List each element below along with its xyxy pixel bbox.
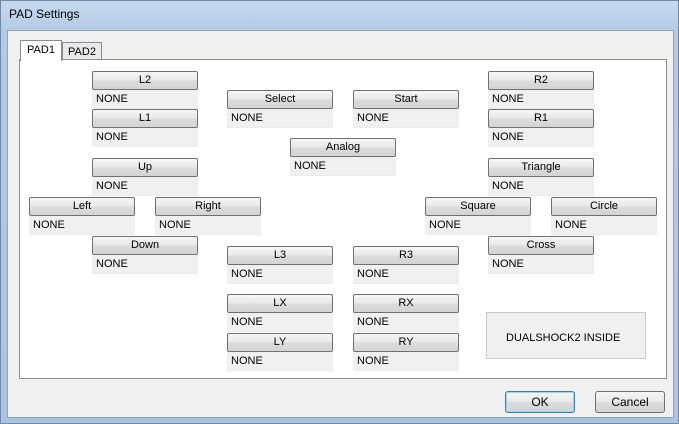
controller-info-text: DUALSHOCK2 INSIDE — [506, 332, 621, 344]
l3-value: NONE — [227, 265, 333, 284]
r3-value: NONE — [353, 265, 459, 284]
l2-button[interactable]: L2 — [92, 71, 198, 90]
pad-settings-window: PAD Settings PAD1 PAD2 L2 NONE L1 NONE U… — [0, 0, 679, 424]
l2-value: NONE — [92, 90, 198, 109]
l3-button[interactable]: L3 — [227, 246, 333, 265]
rx-button[interactable]: RX — [353, 294, 459, 313]
dialog-client-area: PAD1 PAD2 L2 NONE L1 NONE Up NONE Left N… — [7, 30, 674, 418]
select-value: NONE — [227, 109, 333, 128]
circle-button[interactable]: Circle — [551, 197, 657, 216]
r3-button[interactable]: R3 — [353, 246, 459, 265]
start-value: NONE — [353, 109, 459, 128]
window-title: PAD Settings — [9, 7, 80, 21]
r2-button[interactable]: R2 — [488, 71, 594, 90]
r1-button[interactable]: R1 — [488, 109, 594, 128]
down-button[interactable]: Down — [92, 236, 198, 255]
ry-button[interactable]: RY — [353, 333, 459, 352]
circle-value: NONE — [551, 216, 657, 235]
controller-info-box: DUALSHOCK2 INSIDE — [486, 312, 646, 359]
right-button[interactable]: Right — [155, 197, 261, 216]
ly-button[interactable]: LY — [227, 333, 333, 352]
r2-value: NONE — [488, 90, 594, 109]
tab-pad1[interactable]: PAD1 — [20, 40, 62, 61]
ry-value: NONE — [353, 352, 459, 371]
select-button[interactable]: Select — [227, 90, 333, 109]
title-bar[interactable]: PAD Settings — [1, 1, 678, 29]
analog-value: NONE — [290, 157, 396, 176]
ok-button[interactable]: OK — [505, 391, 575, 413]
cancel-button[interactable]: Cancel — [595, 391, 665, 413]
left-value: NONE — [29, 216, 135, 235]
triangle-value: NONE — [488, 177, 594, 196]
square-button[interactable]: Square — [425, 197, 531, 216]
triangle-button[interactable]: Triangle — [488, 158, 594, 177]
up-button[interactable]: Up — [92, 158, 198, 177]
down-value: NONE — [92, 255, 198, 274]
rx-value: NONE — [353, 313, 459, 332]
start-button[interactable]: Start — [353, 90, 459, 109]
l1-button[interactable]: L1 — [92, 109, 198, 128]
lx-value: NONE — [227, 313, 333, 332]
up-value: NONE — [92, 177, 198, 196]
analog-button[interactable]: Analog — [290, 138, 396, 157]
cross-button[interactable]: Cross — [488, 236, 594, 255]
lx-button[interactable]: LX — [227, 294, 333, 313]
r1-value: NONE — [488, 128, 594, 147]
right-value: NONE — [155, 216, 261, 235]
square-value: NONE — [425, 216, 531, 235]
l1-value: NONE — [92, 128, 198, 147]
ly-value: NONE — [227, 352, 333, 371]
cross-value: NONE — [488, 255, 594, 274]
left-button[interactable]: Left — [29, 197, 135, 216]
